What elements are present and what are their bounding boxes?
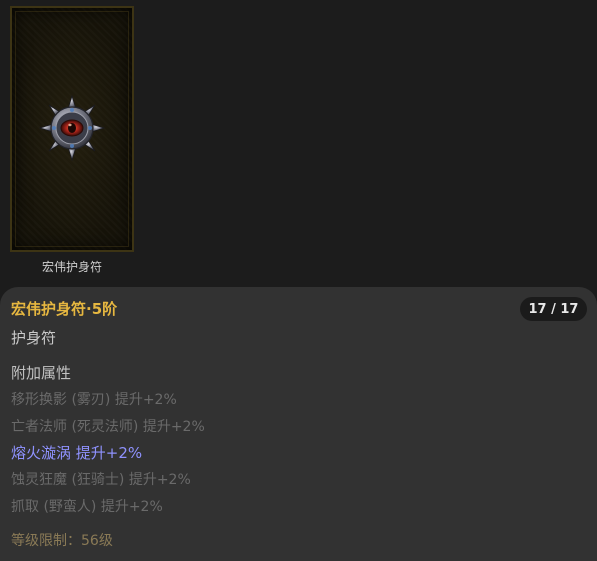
attributes-heading: 附加属性 [11, 364, 72, 382]
item-name-caption: 宏伟护身符 [41, 260, 102, 274]
item-type: 护身符 [11, 329, 57, 347]
attribute-line: 亡者法师 (死灵法师) 提升+2% [11, 419, 205, 435]
attribute-line: 移形换影 (雾刃) 提升+2% [11, 392, 177, 408]
attribute-line-active: 熔火漩涡 提升+2% [11, 444, 143, 462]
level-requirement: 等级限制：56级 [11, 533, 113, 549]
item-view: 宏伟护身符 宏伟护身符·5阶 17 / 17 护身符 附加属性 移形换影 (雾刃… [0, 0, 597, 561]
item-tooltip: 宏伟护身符·5阶 17 / 17 护身符 附加属性 移形换影 (雾刃) 提升+2… [0, 287, 597, 561]
item-count-badge: 17 / 17 [520, 297, 587, 321]
attribute-line: 蚀灵狂魔 (狂骑士) 提升+2% [11, 472, 191, 488]
attribute-line: 抓取 (野蛮人) 提升+2% [11, 499, 163, 515]
item-title: 宏伟护身符·5阶 [11, 300, 118, 318]
item-card[interactable] [10, 6, 134, 252]
amulet-icon [39, 95, 105, 161]
